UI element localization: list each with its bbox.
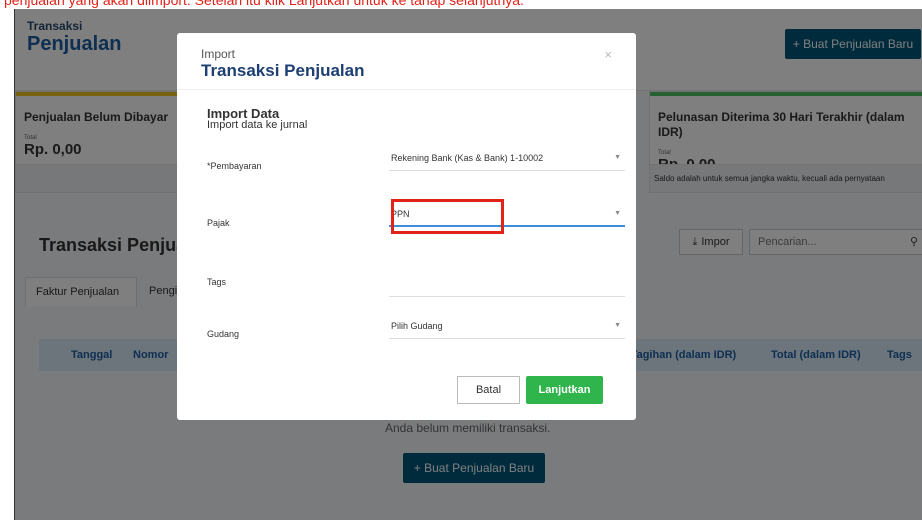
pembayaran-label: *Pembayaran — [207, 161, 262, 171]
app-frame: Transaksi Penjualan + Buat Penjualan Bar… — [14, 9, 922, 520]
continue-button[interactable]: Lanjutkan — [526, 376, 603, 404]
pembayaran-select[interactable]: Rekening Bank (Kas & Bank) 1-10002 ▼ — [389, 149, 625, 171]
chevron-down-icon: ▼ — [614, 154, 621, 161]
import-modal: Import Transaksi Penjualan × Import Data… — [177, 33, 636, 420]
instruction-caption: penjualan yang akan diimport. Setelah it… — [4, 0, 524, 8]
gudang-select[interactable]: Pilih Gudang ▼ — [389, 317, 625, 339]
cancel-button[interactable]: Batal — [457, 376, 520, 404]
modal-divider — [177, 89, 636, 90]
gudang-label: Gudang — [207, 329, 240, 339]
tags-input[interactable] — [389, 275, 625, 297]
chevron-down-icon: ▼ — [614, 210, 621, 217]
close-icon[interactable]: × — [604, 47, 612, 62]
highlight-box — [391, 199, 504, 234]
tags-label: Tags — [207, 277, 227, 287]
modal-title: Transaksi Penjualan — [201, 61, 365, 80]
modal-kicker: Import — [201, 47, 236, 61]
pajak-label: Pajak — [207, 218, 230, 228]
section-subheading: Import data ke jurnal — [207, 119, 308, 131]
chevron-down-icon: ▼ — [614, 322, 621, 329]
